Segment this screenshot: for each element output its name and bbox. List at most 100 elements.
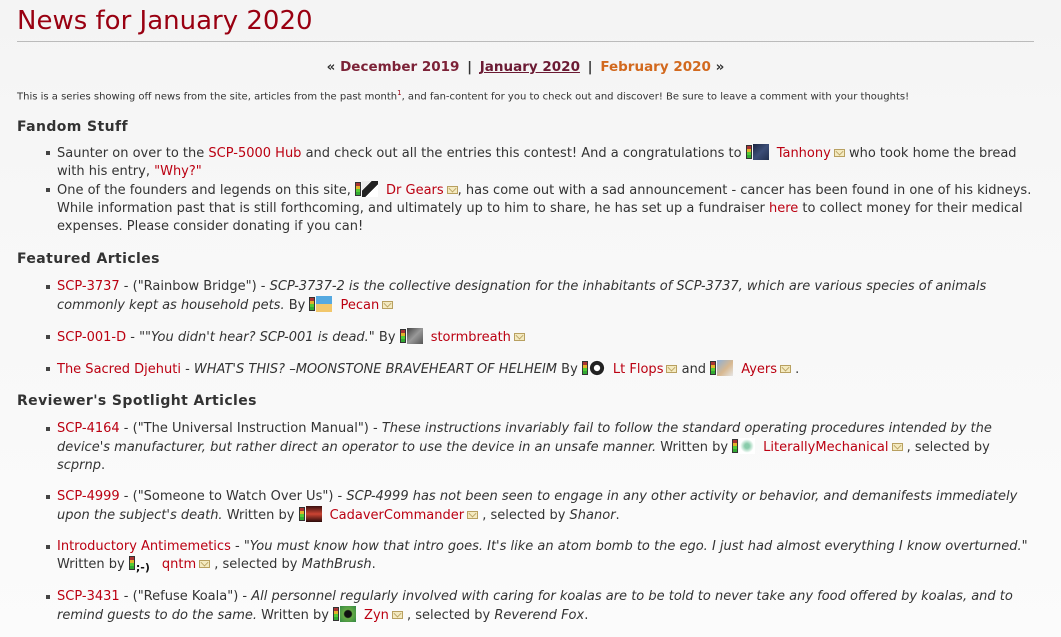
nav-separator: | bbox=[587, 59, 593, 75]
and-label: and bbox=[677, 362, 711, 378]
avatar-icon[interactable] bbox=[406, 328, 423, 345]
envelope-icon[interactable] bbox=[780, 365, 792, 374]
avatar-icon[interactable] bbox=[739, 438, 756, 455]
envelope-icon[interactable] bbox=[391, 611, 403, 620]
intro-text: This is a series showing off news from t… bbox=[17, 86, 1034, 104]
karma-bar-icon bbox=[355, 182, 362, 197]
user-link[interactable]: LiterallyMechanical bbox=[763, 440, 888, 455]
featured-list: SCP-3737 - ("Rainbow Bridge") - SCP-3737… bbox=[17, 278, 1034, 379]
user-link[interactable]: CadaverCommander bbox=[330, 508, 464, 523]
item-text: . bbox=[615, 508, 620, 524]
list-item: SCP-001-D - ""You didn't hear? SCP-001 i… bbox=[46, 328, 1034, 347]
user-link[interactable]: Ayers bbox=[741, 362, 777, 377]
article-link[interactable]: SCP-4164 bbox=[57, 421, 120, 436]
article-quote: ""You didn't hear? SCP-001 is dead." bbox=[139, 330, 375, 346]
selector-name: MathBrush bbox=[301, 557, 372, 573]
envelope-icon[interactable] bbox=[382, 301, 394, 310]
current-month-link[interactable]: January 2020 bbox=[480, 59, 580, 75]
item-text: . bbox=[101, 458, 106, 474]
item-text: Saunter on over to the bbox=[57, 146, 209, 162]
fundraiser-link[interactable]: here bbox=[769, 201, 798, 216]
article-link[interactable]: SCP-3737 bbox=[57, 279, 120, 294]
selector-name: Shanor bbox=[569, 508, 616, 524]
spotlight-list: SCP-4164 - ("The Universal Instruction M… bbox=[17, 420, 1034, 625]
article-subtitle: - ("Refuse Koala") - bbox=[119, 589, 252, 605]
item-text: . bbox=[584, 608, 589, 624]
item-text: and check out all the entries this conte… bbox=[301, 146, 746, 162]
envelope-icon[interactable] bbox=[513, 333, 525, 342]
page-title: News for January 2020 bbox=[17, 0, 1034, 42]
article-quote: WHAT'S THIS? –MOONSTONE BRAVEHEART OF HE… bbox=[193, 362, 558, 378]
list-item: SCP-3431 - ("Refuse Koala") - All person… bbox=[46, 588, 1034, 625]
item-text: . bbox=[791, 362, 800, 378]
karma-bar-icon bbox=[581, 361, 588, 376]
selected-by-label: , selected by bbox=[478, 508, 570, 524]
envelope-icon[interactable] bbox=[833, 149, 845, 158]
written-by-label: Written by bbox=[222, 508, 299, 524]
article-subtitle: - ("Someone to Watch Over Us") - bbox=[119, 489, 347, 505]
avatar-icon[interactable] bbox=[316, 296, 333, 313]
list-item: SCP-4999 - ("Someone to Watch Over Us") … bbox=[46, 488, 1034, 525]
envelope-icon[interactable] bbox=[467, 511, 479, 520]
user-link[interactable]: qntm bbox=[162, 557, 196, 572]
user-link[interactable]: Dr Gears bbox=[386, 183, 444, 198]
karma-bar-icon bbox=[333, 607, 340, 622]
envelope-icon[interactable] bbox=[199, 560, 211, 569]
user-literallymechanical: LiterallyMechanical bbox=[732, 438, 903, 455]
article-link[interactable]: SCP-3431 bbox=[57, 589, 120, 604]
user-dr-gears: Dr Gears bbox=[355, 181, 458, 198]
envelope-icon[interactable] bbox=[666, 365, 678, 374]
month-navigation: « December 2019 | January 2020 | Februar… bbox=[17, 57, 1034, 77]
selector-name: scprnp bbox=[57, 458, 102, 474]
karma-bar-icon bbox=[732, 439, 739, 454]
user-link[interactable]: Pecan bbox=[340, 298, 379, 313]
article-link[interactable]: SCP-001-D bbox=[57, 330, 126, 345]
list-item: Introductory Antimemetics - "You must kn… bbox=[46, 538, 1034, 575]
item-text: . bbox=[371, 557, 376, 573]
by-label: By bbox=[284, 298, 310, 314]
article-link[interactable]: The Sacred Djehuti bbox=[57, 362, 181, 377]
avatar-icon[interactable] bbox=[588, 360, 605, 377]
by-label: By bbox=[374, 330, 400, 346]
selected-by-label: , selected by bbox=[210, 557, 302, 573]
next-month-link[interactable]: February 2020 bbox=[600, 59, 711, 75]
intro-text-part: This is a series showing off news from t… bbox=[17, 91, 398, 103]
list-item: Saunter on over to the SCP-5000 Hub and … bbox=[46, 144, 1034, 181]
user-tanhony: Tanhony bbox=[745, 144, 845, 161]
avatar-icon[interactable] bbox=[362, 181, 379, 198]
selector-name: Reverend Fox bbox=[494, 608, 585, 624]
user-link[interactable]: Tanhony bbox=[777, 146, 831, 161]
prev-month-link[interactable]: December 2019 bbox=[340, 59, 459, 75]
karma-bar-icon bbox=[399, 329, 406, 344]
user-link[interactable]: Lt Flops bbox=[613, 362, 664, 377]
section-heading-fandom: Fandom Stuff bbox=[17, 119, 128, 136]
scp-5000-hub-link[interactable]: SCP-5000 Hub bbox=[208, 146, 301, 161]
user-qntm: ;-) qntm bbox=[128, 556, 211, 575]
user-link[interactable]: Zyn bbox=[364, 608, 389, 623]
why-entry-link[interactable]: "Why?" bbox=[154, 164, 202, 179]
article-link[interactable]: Introductory Antimemetics bbox=[57, 539, 231, 554]
avatar-icon[interactable] bbox=[305, 506, 322, 523]
envelope-icon[interactable] bbox=[446, 186, 458, 195]
user-lt-flops: Lt Flops bbox=[581, 360, 678, 377]
avatar-icon[interactable]: ;-) bbox=[136, 559, 154, 575]
avatar-icon[interactable] bbox=[340, 606, 357, 623]
karma-bar-icon bbox=[128, 556, 135, 571]
karma-bar-icon bbox=[298, 507, 305, 522]
avatar-icon[interactable] bbox=[752, 144, 769, 161]
list-item: One of the founders and legends on this … bbox=[46, 181, 1034, 236]
article-subtitle: - bbox=[180, 362, 194, 378]
page-content: News for January 2020 « December 2019 | … bbox=[0, 0, 1061, 625]
karma-bar-icon bbox=[309, 297, 316, 312]
user-link[interactable]: stormbreath bbox=[431, 330, 511, 345]
by-label: By bbox=[557, 362, 582, 378]
karma-bar-icon bbox=[745, 145, 752, 160]
envelope-icon[interactable] bbox=[891, 443, 903, 452]
article-subtitle: - bbox=[126, 330, 140, 346]
article-link[interactable]: SCP-4999 bbox=[57, 489, 120, 504]
avatar-icon[interactable] bbox=[717, 360, 734, 377]
written-by-label: Written by bbox=[656, 440, 733, 456]
written-by-label: Written by bbox=[57, 557, 129, 573]
article-subtitle: - ("The Universal Instruction Manual") - bbox=[119, 421, 382, 437]
list-item: The Sacred Djehuti - WHAT'S THIS? –MOONS… bbox=[46, 360, 1034, 379]
